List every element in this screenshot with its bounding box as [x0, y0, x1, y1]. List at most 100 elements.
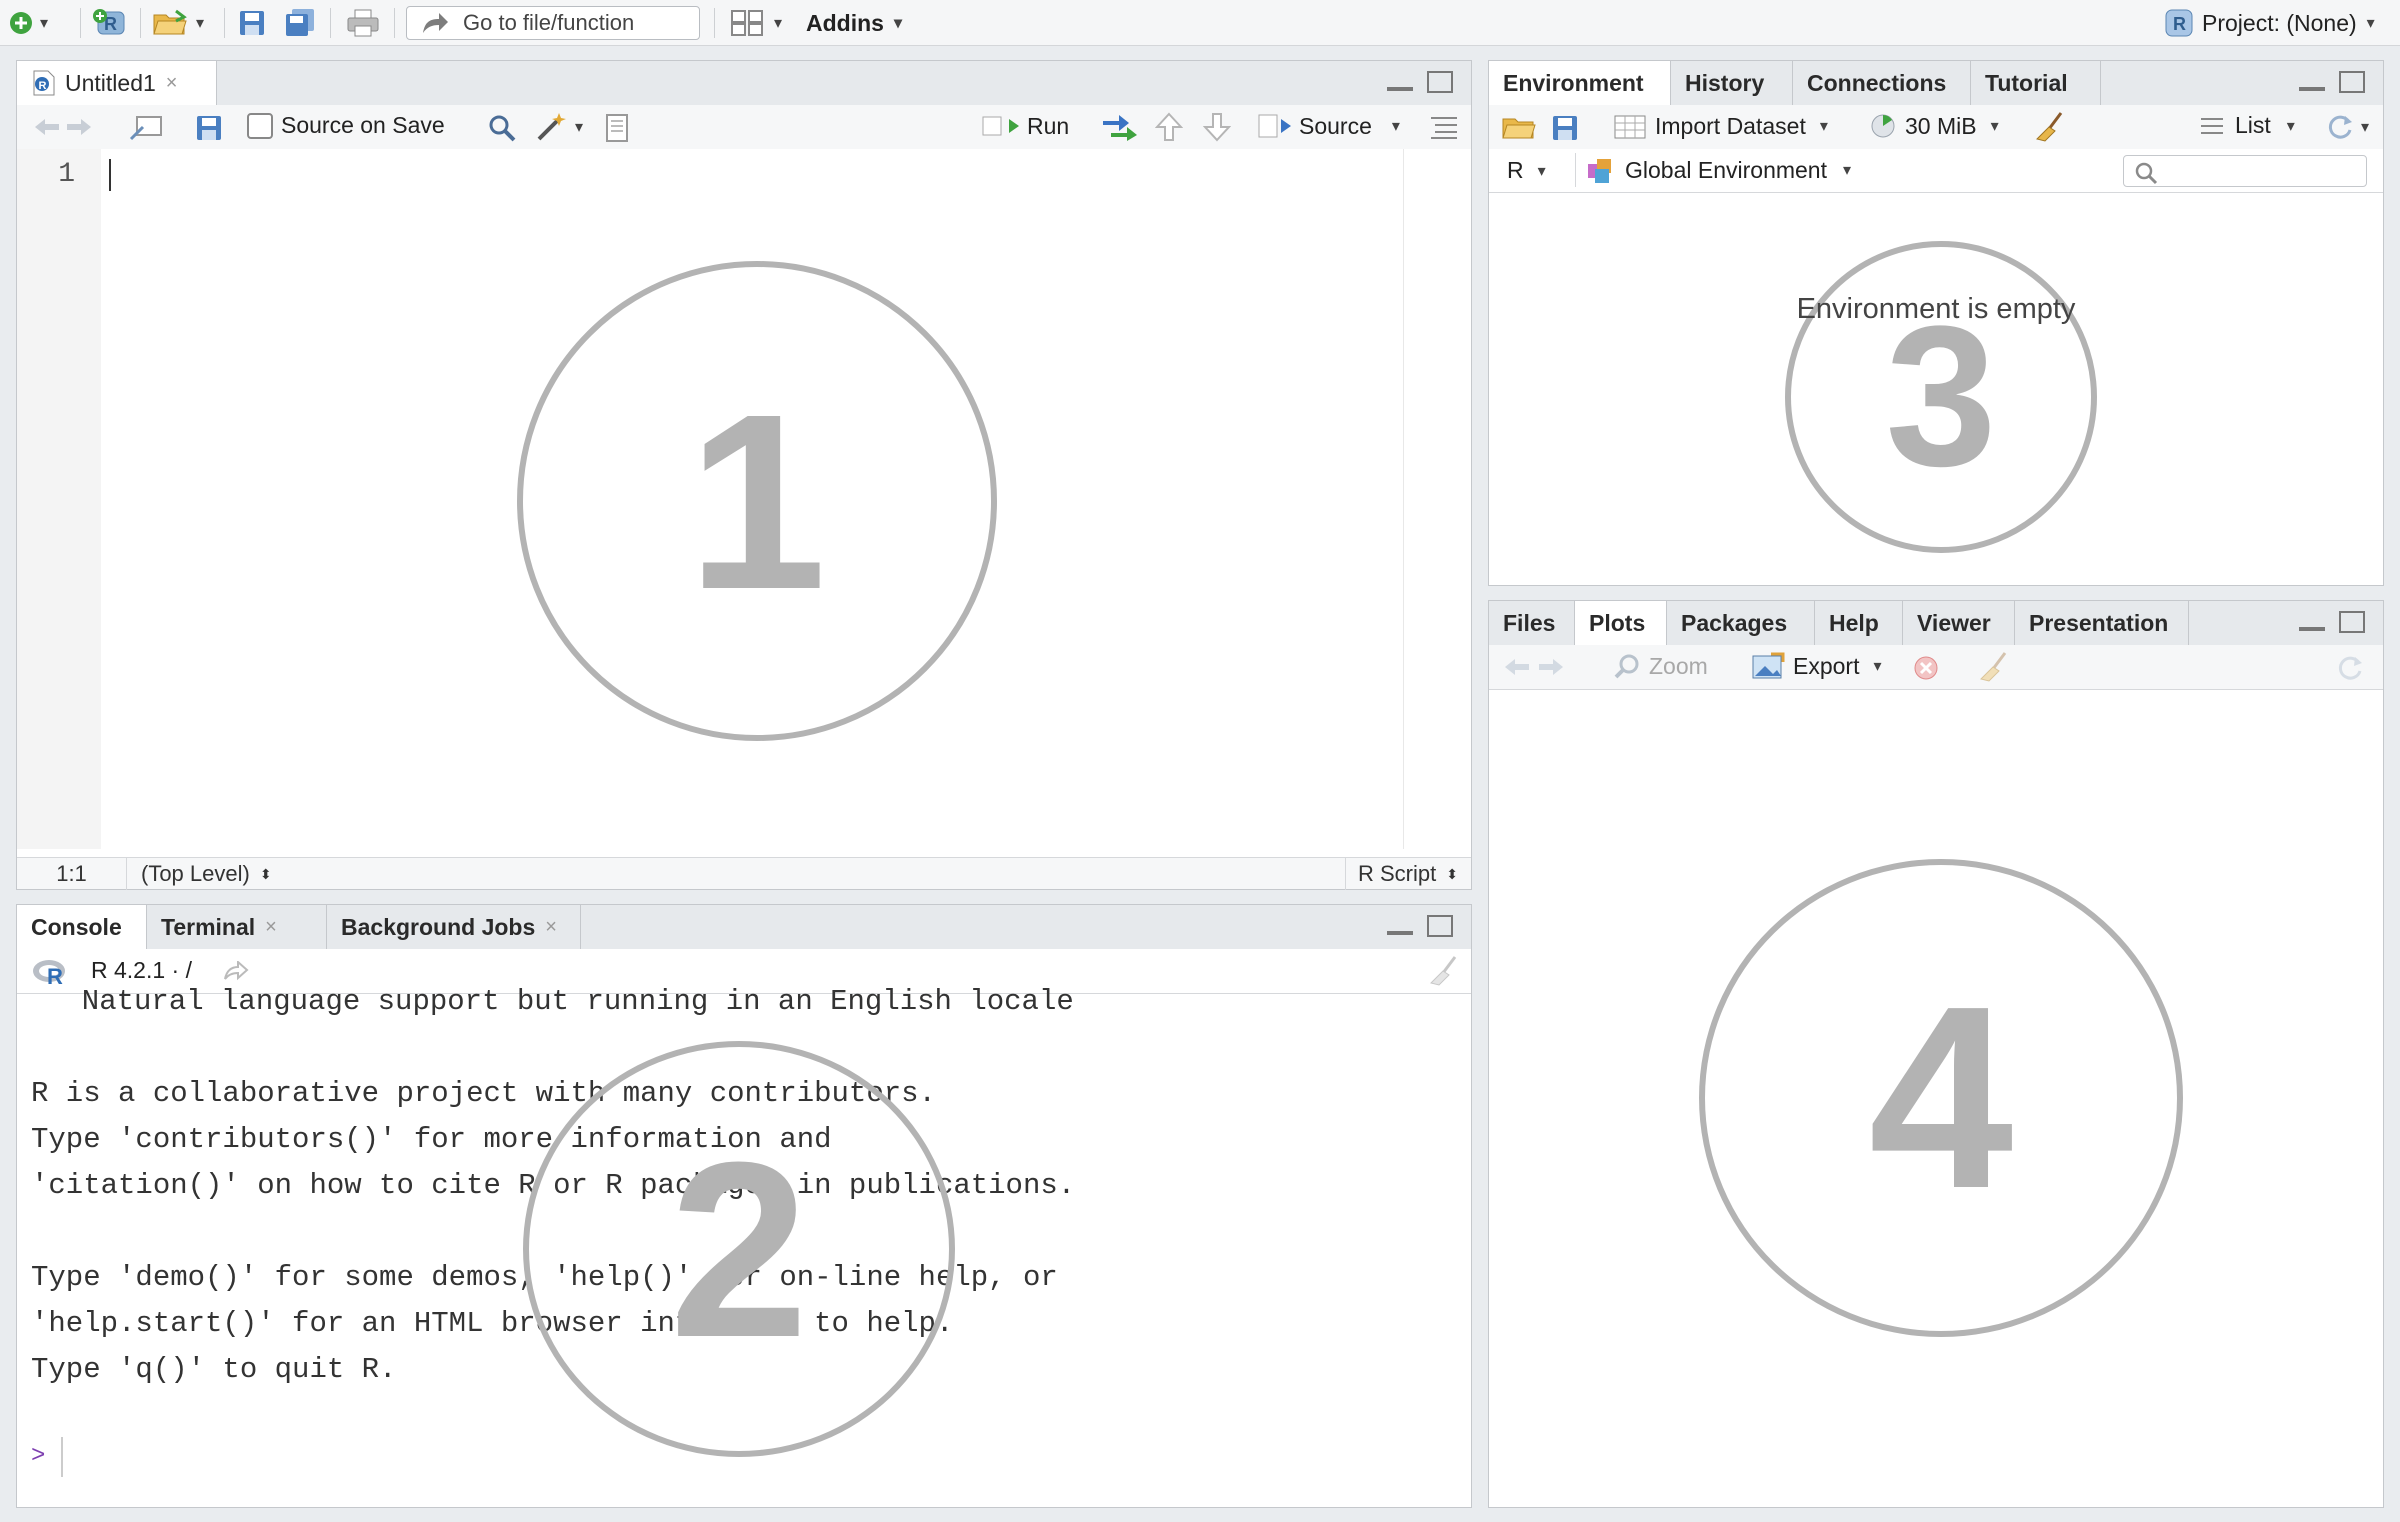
arrow-down-icon[interactable]: [1203, 111, 1231, 143]
project-icon: R: [2165, 9, 2193, 37]
toolbar-divider: [224, 8, 225, 38]
tab-tutorial[interactable]: Tutorial: [1971, 61, 2101, 105]
save-all-button[interactable]: [284, 6, 316, 40]
remove-plot-icon[interactable]: [1913, 655, 1939, 681]
console-pane: Console Terminal × Background Jobs × R R…: [16, 904, 1472, 1508]
tab-connections[interactable]: Connections: [1793, 61, 1971, 105]
addins-menu[interactable]: Addins ▾: [806, 6, 902, 40]
run-button[interactable]: Run: [981, 111, 1069, 141]
go-to-directory-icon[interactable]: [223, 961, 249, 981]
tab-plots[interactable]: Plots: [1575, 601, 1667, 646]
zoom-button[interactable]: Zoom: [1613, 652, 1708, 680]
minimize-icon[interactable]: [1387, 931, 1413, 935]
tab-files[interactable]: Files: [1489, 601, 1575, 645]
broom-icon[interactable]: [1427, 955, 1461, 987]
close-icon[interactable]: ×: [265, 916, 277, 939]
maximize-icon[interactable]: [2339, 71, 2365, 93]
source-tabbar: R Untitled1 ×: [17, 61, 1471, 106]
save-button[interactable]: [238, 6, 266, 40]
chevron-down-icon: ▾: [40, 15, 49, 32]
tab-terminal-label: Terminal: [161, 913, 256, 940]
folder-open-icon[interactable]: [1501, 113, 1539, 141]
overlay-circle-2: 2: [523, 1041, 955, 1457]
environment-search-input[interactable]: [2123, 155, 2367, 187]
refresh-icon[interactable]: [2335, 653, 2365, 683]
go-to-file-input[interactable]: Go to file/function: [406, 6, 700, 40]
tab-help[interactable]: Help: [1815, 601, 1903, 645]
source-on-save-checkbox[interactable]: [247, 112, 273, 139]
cubes-icon: [1588, 159, 1611, 183]
rerun-icon[interactable]: [1099, 113, 1139, 141]
code-tools-button[interactable]: ▾: [535, 111, 583, 143]
minimize-icon[interactable]: [2299, 87, 2325, 91]
environment-toolbar: Import Dataset ▾ 30 MiB ▾ List ▾ ▾: [1489, 105, 2383, 150]
r-version: R 4.2.1 · /: [91, 957, 192, 983]
language-selector[interactable]: R ▾: [1507, 157, 1546, 184]
source-button[interactable]: Source ▾: [1257, 111, 1400, 141]
files-tabbar: Files Plots Packages Help Viewer Present…: [1489, 601, 2383, 646]
environment-tabbar: Environment History Connections Tutorial: [1489, 61, 2383, 106]
toolbar-divider: [1575, 153, 1576, 187]
folder-open-icon: [153, 9, 187, 35]
import-dataset-button[interactable]: Import Dataset ▾: [1613, 112, 1828, 140]
search-icon[interactable]: [487, 113, 517, 143]
toolbar-divider: [394, 8, 395, 38]
maximize-icon[interactable]: [2339, 611, 2365, 633]
tab-packages[interactable]: Packages: [1667, 601, 1815, 645]
chevron-down-icon: ▾: [1819, 118, 1828, 135]
refresh-icon: [2328, 115, 2352, 139]
back-forward-icon[interactable]: [1503, 655, 1567, 679]
maximize-icon[interactable]: [1427, 71, 1453, 93]
tab-environment[interactable]: Environment: [1489, 61, 1671, 106]
source-pane-window-controls: [1387, 71, 1453, 93]
memory-usage-button[interactable]: 30 MiB ▾: [1869, 112, 1999, 140]
tab-untitled1[interactable]: R Untitled1 ×: [17, 61, 217, 106]
broom-icon[interactable]: [2033, 111, 2067, 143]
file-type-selector[interactable]: R Script ⬍: [1345, 858, 1458, 890]
tab-background-jobs-label: Background Jobs: [341, 913, 536, 940]
chevron-down-icon: ▾: [2366, 15, 2375, 32]
maximize-icon[interactable]: [1427, 915, 1453, 937]
show-in-window-icon[interactable]: [129, 115, 163, 141]
view-mode-button[interactable]: List ▾: [2199, 112, 2295, 139]
scope-selector[interactable]: (Top Level) ⬍: [141, 861, 272, 887]
project-menu[interactable]: R Project: (None) ▾: [2164, 6, 2375, 40]
refresh-button[interactable]: ▾: [2325, 112, 2369, 142]
document-outline-icon[interactable]: [1429, 115, 1459, 139]
run-arrow-icon: [982, 116, 1019, 136]
console-prompt: >: [31, 1443, 46, 1470]
tab-history[interactable]: History: [1671, 61, 1793, 105]
broom-icon[interactable]: [1977, 651, 2011, 683]
search-icon: [2135, 162, 2158, 185]
print-button[interactable]: [346, 6, 380, 40]
chevron-down-icon: ▾: [196, 15, 205, 32]
close-icon[interactable]: ×: [166, 72, 178, 95]
arrow-up-icon[interactable]: [1155, 111, 1183, 143]
tab-background-jobs[interactable]: Background Jobs ×: [327, 905, 581, 949]
source-pane: R Untitled1 × Source on Save ▾ Run Sourc…: [16, 60, 1472, 890]
export-button[interactable]: Export ▾: [1751, 652, 1882, 680]
minimize-icon[interactable]: [2299, 627, 2325, 631]
environment-scope-selector[interactable]: Global Environment ▾: [1585, 155, 1851, 185]
tab-console[interactable]: Console: [17, 905, 147, 950]
pane-layout-button[interactable]: ▾: [730, 6, 782, 40]
tab-presentation[interactable]: Presentation: [2015, 601, 2189, 645]
source-on-save-toggle[interactable]: Source on Save: [247, 112, 445, 139]
new-project-button[interactable]: R: [92, 6, 128, 40]
save-icon[interactable]: [195, 114, 223, 142]
tab-viewer[interactable]: Viewer: [1903, 601, 2015, 645]
line-gutter: 1: [17, 149, 101, 849]
close-icon[interactable]: ×: [545, 916, 557, 939]
new-file-button[interactable]: ▾: [8, 6, 48, 40]
open-file-button[interactable]: ▾: [152, 6, 204, 40]
tab-files-label: Files: [1503, 609, 1556, 636]
tab-terminal[interactable]: Terminal ×: [147, 905, 327, 949]
export-label: Export: [1793, 652, 1860, 679]
environment-subbar: R ▾ Global Environment ▾: [1489, 149, 2383, 193]
source-toolbar: Source on Save ▾ Run Source ▾: [17, 105, 1471, 150]
save-icon[interactable]: [1551, 114, 1579, 142]
tab-environment-label: Environment: [1503, 69, 1644, 96]
compile-report-icon[interactable]: [603, 113, 631, 143]
minimize-icon[interactable]: [1387, 87, 1413, 91]
back-forward-icon[interactable]: [33, 115, 93, 139]
